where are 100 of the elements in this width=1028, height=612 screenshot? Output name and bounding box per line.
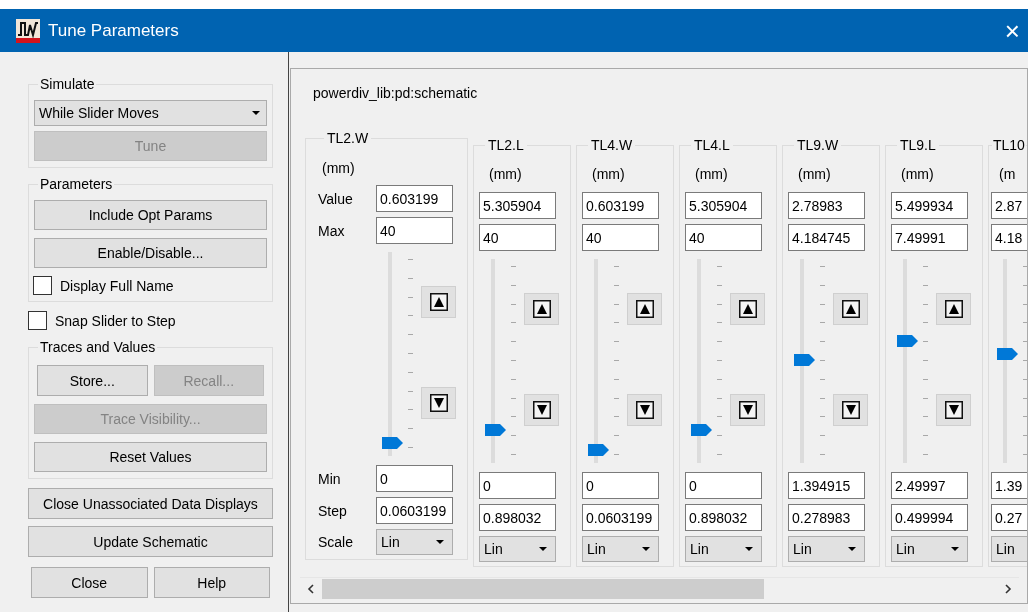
step-up-button[interactable]: [421, 286, 456, 318]
max-field[interactable]: 7.49991: [891, 224, 968, 251]
max-field[interactable]: 40: [582, 224, 659, 251]
panel-button[interactable]: Include Opt Params: [34, 200, 267, 230]
slider-thumb[interactable]: [382, 437, 403, 450]
step-down-button[interactable]: [524, 394, 559, 426]
parameter-name: TL4.L: [693, 137, 731, 153]
step-down-button[interactable]: [627, 394, 662, 426]
triangle-down-icon: [532, 401, 551, 419]
unit-label: (m: [999, 166, 1016, 182]
step-down-button[interactable]: [833, 394, 868, 426]
min-field[interactable]: 1.39: [991, 472, 1027, 499]
min-field[interactable]: 0: [376, 465, 453, 492]
step-field[interactable]: 0.898032: [479, 504, 556, 531]
step-up-button[interactable]: [936, 293, 971, 325]
caret-icon: [848, 547, 856, 551]
slider-thumb[interactable]: [897, 335, 918, 348]
scale-dropdown[interactable]: Lin: [582, 536, 659, 562]
slider-thumb[interactable]: [997, 348, 1018, 361]
row-label: Step: [318, 502, 347, 519]
min-field[interactable]: 2.49997: [891, 472, 968, 499]
slider-thumb[interactable]: [588, 444, 609, 457]
step-field[interactable]: 0.0603199: [582, 504, 659, 531]
caret-icon: [951, 547, 959, 551]
row-label: Scale: [318, 534, 354, 550]
checkbox[interactable]: [33, 276, 52, 295]
panel-button[interactable]: Close Unassociated Data Displays: [28, 488, 273, 519]
panel-button[interactable]: Update Schematic: [28, 526, 273, 557]
value-field[interactable]: 2.78983: [788, 192, 865, 219]
caret-icon: [745, 547, 753, 551]
max-field[interactable]: 40: [479, 224, 556, 251]
scroll-right-icon[interactable]: [1004, 584, 1012, 594]
simulate-dropdown[interactable]: While Slider Moves: [34, 100, 267, 126]
group-label: Parameters: [39, 176, 114, 192]
step-up-button[interactable]: [730, 293, 765, 325]
value-field[interactable]: 5.305904: [685, 192, 762, 219]
min-field[interactable]: 1.394915: [788, 472, 865, 499]
triangle-up-icon: [635, 300, 654, 318]
value-field[interactable]: 0.603199: [582, 192, 659, 219]
step-field[interactable]: 0.499994: [891, 504, 968, 531]
scale-dropdown[interactable]: Lin: [788, 536, 865, 562]
scale-dropdown[interactable]: Lin: [991, 536, 1027, 562]
unit-label: (mm): [695, 166, 728, 182]
step-up-button[interactable]: [524, 293, 559, 325]
scale-dropdown[interactable]: Lin: [376, 529, 453, 555]
caret-icon: [436, 540, 444, 544]
unit-label: (mm): [592, 166, 625, 182]
parameter-name: TL2.W: [326, 130, 370, 146]
scale-dropdown[interactable]: Lin: [891, 536, 968, 562]
caret-icon: [252, 111, 260, 115]
step-field[interactable]: 0.278983: [788, 504, 865, 531]
app-logo-icon: [16, 18, 40, 43]
unit-label: (mm): [322, 160, 355, 176]
value-field[interactable]: 0.603199: [376, 185, 453, 212]
unit-label: (mm): [901, 166, 934, 182]
row-label: Max: [318, 222, 345, 239]
min-field[interactable]: 0: [582, 472, 659, 499]
min-field[interactable]: 0: [479, 472, 556, 499]
panel-button[interactable]: Enable/Disable...: [34, 238, 267, 268]
triangle-down-icon: [635, 401, 654, 419]
scrollbar-thumb[interactable]: [322, 579, 764, 599]
checkbox[interactable]: [28, 311, 47, 330]
panel-button[interactable]: Reset Values: [34, 442, 267, 472]
close-button[interactable]: ×: [1000, 17, 1024, 44]
min-field[interactable]: 0: [685, 472, 762, 499]
group-label: Simulate: [39, 76, 96, 92]
max-field[interactable]: 40: [685, 224, 762, 251]
step-down-button[interactable]: [936, 394, 971, 426]
slider-thumb[interactable]: [794, 354, 815, 366]
value-field[interactable]: 2.87: [991, 192, 1027, 219]
scale-dropdown[interactable]: Lin: [479, 536, 556, 562]
footer-button[interactable]: Close: [31, 567, 148, 598]
step-down-button[interactable]: [730, 394, 765, 426]
step-field[interactable]: 0.27: [991, 504, 1027, 531]
scroll-left-icon[interactable]: [307, 584, 315, 594]
max-field[interactable]: 40: [376, 217, 453, 244]
triangle-down-icon: [944, 401, 963, 419]
row-label: Value: [318, 190, 353, 207]
max-field[interactable]: 4.18: [991, 224, 1027, 251]
value-field[interactable]: 5.305904: [479, 192, 556, 219]
step-field[interactable]: 0.0603199: [376, 497, 453, 524]
footer-button[interactable]: Help: [153, 567, 270, 598]
parameter-name: TL10: [992, 137, 1026, 153]
window-title: Tune Parameters: [48, 20, 179, 41]
step-up-button[interactable]: [627, 293, 662, 325]
triangle-up-icon: [738, 300, 757, 318]
group-label: Traces and Values: [39, 339, 157, 355]
max-field[interactable]: 4.184745: [788, 224, 865, 251]
unit-label: (mm): [798, 166, 831, 182]
slider-thumb[interactable]: [691, 423, 712, 436]
parameter-name: TL9.W: [796, 137, 840, 153]
step-up-button[interactable]: [833, 293, 868, 325]
value-field[interactable]: 5.499934: [891, 192, 968, 219]
step-field[interactable]: 0.898032: [685, 504, 762, 531]
panel-button[interactable]: Store...: [37, 365, 148, 396]
schematic-name: powerdiv_lib:pd:schematic: [313, 85, 478, 101]
slider-thumb[interactable]: [485, 423, 506, 436]
step-down-button[interactable]: [421, 387, 456, 419]
scale-dropdown[interactable]: Lin: [685, 536, 762, 562]
unit-label: (mm): [489, 166, 522, 182]
